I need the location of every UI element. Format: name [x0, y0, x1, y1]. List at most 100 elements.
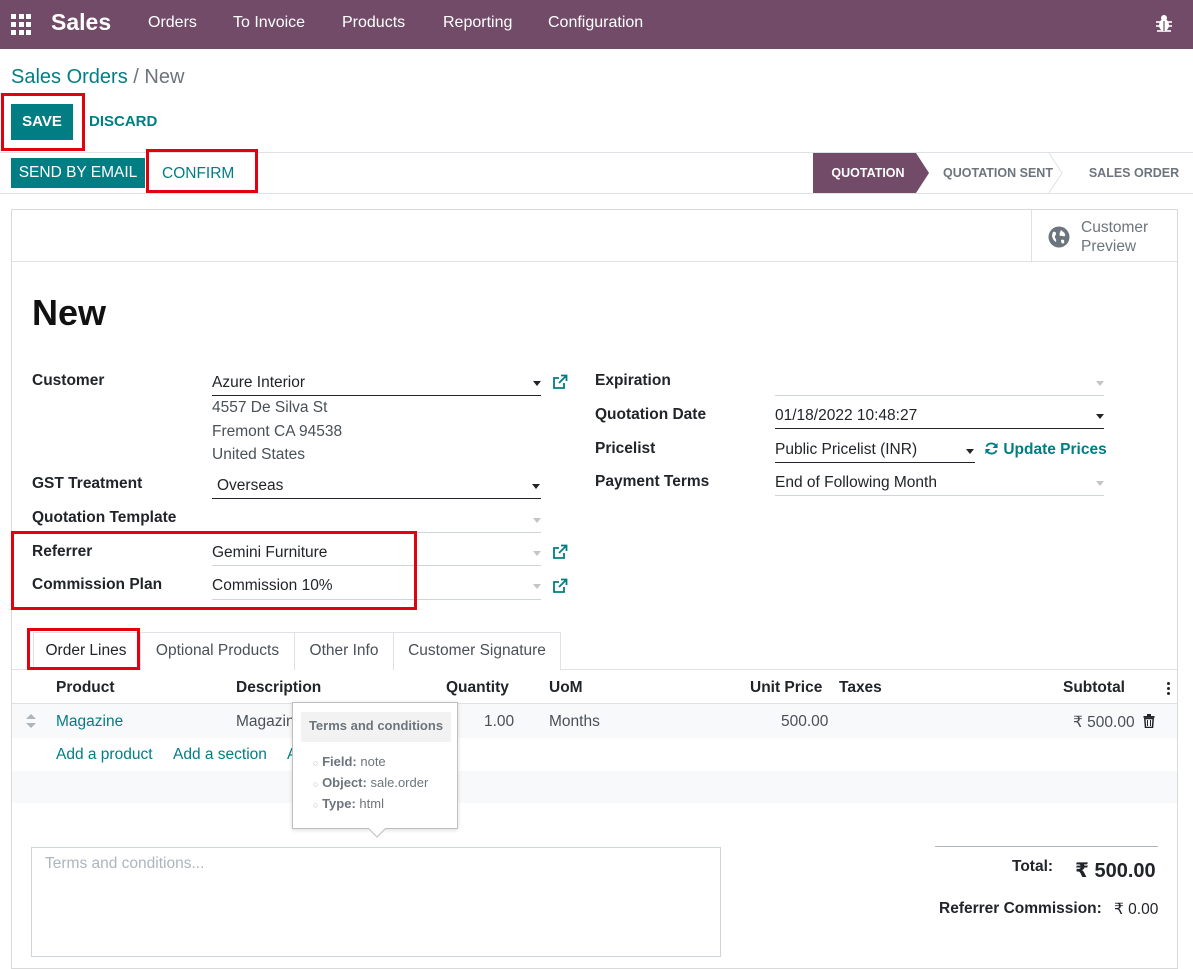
discard-button[interactable]: DISCARD	[89, 113, 157, 130]
save-button[interactable]: SAVE	[11, 104, 73, 140]
stage-sales-order[interactable]: SALES ORDER	[1078, 153, 1190, 193]
customer-external-link-icon[interactable]	[552, 374, 568, 390]
payment-terms-label: Payment Terms	[595, 473, 710, 490]
col-description[interactable]: Description	[236, 679, 321, 697]
stage-quotation-sent[interactable]: QUOTATION SENT	[930, 153, 1066, 193]
table-footer	[12, 771, 1177, 803]
column-options-icon[interactable]	[1167, 682, 1171, 696]
tooltip-arrow	[368, 828, 386, 838]
menu-to-invoice[interactable]: To Invoice	[233, 14, 305, 32]
pricelist-label: Pricelist	[595, 440, 656, 457]
breadcrumb-current: New	[144, 66, 185, 88]
pricelist-select[interactable]: Public Pricelist (INR)	[775, 441, 917, 459]
referrer-external-link-icon[interactable]	[552, 544, 568, 560]
tab-customer-signature[interactable]: Customer Signature	[393, 632, 561, 670]
template-underline	[212, 532, 541, 533]
confirm-button[interactable]: CONFIRM	[162, 165, 234, 183]
debug-bug-icon[interactable]	[1155, 13, 1173, 33]
tooltip-title: Terms and conditions	[301, 712, 451, 742]
payment-terms-input[interactable]: End of Following Month	[775, 474, 937, 492]
referrer-dropdown-icon[interactable]	[533, 551, 541, 556]
pricelist-dropdown-icon[interactable]	[966, 449, 974, 454]
expiration-label: Expiration	[595, 372, 671, 389]
commission-plan-label: Commission Plan	[32, 576, 163, 593]
expiration-dropdown-icon[interactable]	[1096, 381, 1104, 386]
col-quantity[interactable]: Quantity	[446, 679, 509, 697]
quotation-date-input[interactable]: 01/18/2022 10:48:27	[775, 407, 917, 425]
expiration-underline	[775, 395, 1104, 396]
customer-underline	[212, 395, 541, 396]
menu-orders[interactable]: Orders	[148, 14, 197, 32]
update-prices-label: Update Prices	[1003, 441, 1107, 458]
top-navbar: Sales Orders To Invoice Products Reporti…	[0, 0, 1193, 49]
breadcrumb-sales-orders[interactable]: Sales Orders	[11, 66, 128, 88]
line-product[interactable]: Magazine	[56, 713, 123, 731]
menu-reporting[interactable]: Reporting	[443, 14, 512, 32]
apps-menu-icon[interactable]	[11, 14, 32, 35]
tab-optional-products[interactable]: Optional Products	[140, 632, 295, 670]
pricelist-underline	[775, 462, 975, 463]
referrer-label: Referrer	[32, 543, 93, 560]
customer-preview-button[interactable]: Customer Preview	[1032, 210, 1177, 261]
button-box-divider	[12, 261, 1177, 262]
commission-external-link-icon[interactable]	[552, 578, 568, 594]
tooltip-field-row: ○ Field: note	[313, 754, 386, 769]
col-subtotal[interactable]: Subtotal	[1063, 679, 1125, 697]
commission-underline	[212, 599, 541, 600]
address-line-1: 4557 De Silva St	[212, 399, 328, 416]
quotation-date-label: Quotation Date	[595, 406, 707, 423]
commission-plan-input[interactable]: Commission 10%	[212, 577, 333, 595]
row-drag-handle-icon[interactable]	[26, 714, 36, 728]
customer-dropdown-icon[interactable]	[533, 381, 541, 386]
line-subtotal: ₹ 500.00	[1073, 714, 1135, 731]
tooltip-type-row: ○ Type: html	[313, 796, 384, 811]
referrer-commission-label: Referrer Commission:	[939, 900, 1102, 917]
col-product[interactable]: Product	[56, 679, 115, 697]
totals-divider	[935, 846, 1158, 847]
refresh-icon	[985, 442, 998, 455]
gst-dropdown-icon[interactable]	[532, 484, 540, 489]
line-description[interactable]: Magazin	[236, 713, 295, 731]
total-label: Total:	[1012, 858, 1054, 875]
status-bar: SEND BY EMAIL CONFIRM QUOTATION QUOTATIO…	[0, 152, 1193, 194]
line-uom[interactable]: Months	[549, 713, 600, 731]
terms-dropdown-icon[interactable]	[1096, 481, 1104, 486]
gst-underline	[212, 498, 541, 499]
customer-preview-label: Customer Preview	[1081, 219, 1149, 255]
breadcrumb-separator: /	[133, 66, 139, 88]
gst-treatment-select[interactable]: Overseas	[217, 477, 283, 495]
customer-label: Customer	[32, 372, 105, 389]
menu-products[interactable]: Products	[342, 14, 405, 32]
col-uom[interactable]: UoM	[549, 679, 583, 697]
record-title: New	[32, 292, 107, 333]
quotation-template-label: Quotation Template	[32, 509, 177, 526]
qdate-underline	[775, 428, 1104, 429]
breadcrumb: Sales Orders / New	[11, 66, 184, 89]
field-info-tooltip: Terms and conditions ○ Field: note ○ Obj…	[292, 702, 458, 829]
gst-treatment-label: GST Treatment	[32, 475, 143, 492]
trash-icon[interactable]	[1143, 714, 1155, 728]
line-quantity[interactable]: 1.00	[484, 713, 514, 731]
template-dropdown-icon[interactable]	[533, 518, 541, 523]
total-value: ₹ 500.00	[1075, 860, 1156, 882]
commission-dropdown-icon[interactable]	[533, 584, 541, 589]
menu-configuration[interactable]: Configuration	[548, 14, 643, 32]
globe-icon	[1048, 226, 1070, 248]
add-section-link[interactable]: Add a section	[173, 746, 267, 764]
add-product-link[interactable]: Add a product	[56, 746, 153, 764]
col-taxes[interactable]: Taxes	[839, 679, 882, 697]
col-unit-price[interactable]: Unit Price	[750, 679, 822, 697]
referrer-input[interactable]: Gemini Furniture	[212, 544, 327, 562]
terms-underline	[775, 495, 1104, 496]
line-unit-price[interactable]: 500.00	[781, 713, 828, 731]
tab-other-info[interactable]: Other Info	[294, 632, 394, 670]
app-name[interactable]: Sales	[51, 9, 111, 36]
qdate-dropdown-icon[interactable]	[1096, 414, 1104, 419]
customer-input[interactable]: Azure Interior	[212, 374, 305, 392]
address-line-2: Fremont CA 94538	[212, 423, 343, 440]
send-by-email-button[interactable]: SEND BY EMAIL	[11, 158, 145, 188]
address-line-3: United States	[212, 446, 306, 463]
tab-order-lines[interactable]: Order Lines	[33, 632, 139, 670]
stage-quotation[interactable]: QUOTATION	[813, 153, 923, 193]
update-prices-button[interactable]: Update Prices	[984, 441, 1107, 459]
